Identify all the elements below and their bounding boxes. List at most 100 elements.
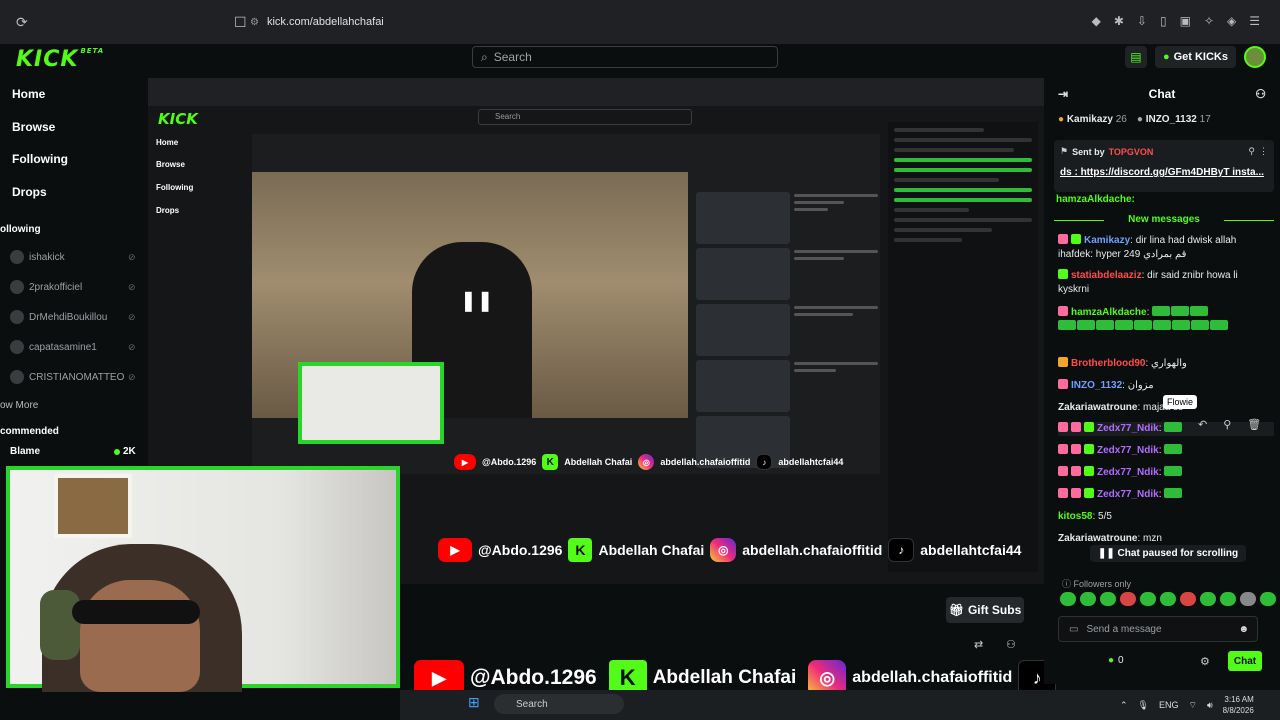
url-text[interactable]: kick.com/abdellahchafai	[267, 16, 384, 28]
volume-icon: 🔊︎	[1206, 699, 1213, 710]
kick-logo[interactable]: KICK BETA	[16, 47, 104, 72]
gifter-item[interactable]: ● Kamikazy 26	[1058, 114, 1127, 125]
sent-by-user: TOPGVON	[1108, 146, 1154, 157]
wallet-icon[interactable]: ▣	[1180, 14, 1191, 28]
chat-username[interactable]: Zedx77_Ndik	[1097, 467, 1159, 478]
get-kicks-label: Get KICKs	[1173, 51, 1228, 63]
show-more-link[interactable]: ow More	[0, 400, 38, 411]
get-kicks-button[interactable]: ● Get KICKs	[1154, 46, 1236, 68]
gift-subs-label: Gift Subs	[967, 603, 1022, 617]
chat-username[interactable]: Zedx77_Ndik	[1097, 445, 1159, 456]
chat-send-button[interactable]: Chat	[1228, 651, 1262, 671]
chat-username[interactable]: Kamikazy	[1084, 235, 1130, 246]
sidebar-item-following[interactable]: Following	[12, 152, 68, 166]
chat-username[interactable]: statiabdelaaziz	[1071, 270, 1142, 281]
chat-username[interactable]: INZO_1132	[1071, 380, 1122, 391]
address-bar[interactable]: ⚙ kick.com/abdellahchafai	[250, 11, 990, 33]
leo-icon[interactable]: ✧	[1204, 14, 1214, 28]
chat-username[interactable]: kitos58	[1058, 511, 1092, 522]
vpn-icon[interactable]: ◈	[1227, 14, 1236, 28]
unpin-icon[interactable]: ⚲	[1248, 146, 1255, 157]
channel-avatar	[10, 250, 24, 264]
delete-icon[interactable]: 🗑︎	[1247, 418, 1261, 431]
emote-icon[interactable]	[1220, 592, 1236, 606]
more-icon[interactable]: ⋮	[1259, 146, 1268, 157]
sidebar-item-browse[interactable]: Browse	[12, 120, 55, 134]
following-channel[interactable]: capatasamine1 ⊘	[10, 340, 136, 354]
puzzle-icon[interactable]: ✱	[1114, 14, 1124, 28]
extension-icon[interactable]: ◆	[1092, 14, 1101, 28]
channel-name: DrMehdiBoukillou	[29, 311, 108, 323]
chat-username[interactable]: Zakariawatroune	[1058, 533, 1137, 544]
collapse-chat-icon[interactable]: ⇥	[1058, 87, 1068, 101]
chat-paused-banner[interactable]: ❚❚ Chat paused for scrolling	[1090, 545, 1247, 562]
following-channel[interactable]: 2prakofficiel ⊘	[10, 280, 136, 294]
sub-badge-icon	[1084, 444, 1094, 454]
taskbar-search: Search	[494, 694, 624, 714]
chat-username[interactable]: Zakariawatroune	[1058, 402, 1137, 413]
menu-icon[interactable]: ☰	[1249, 14, 1260, 28]
chat-users-icon[interactable]: ⚇	[1255, 87, 1266, 101]
emote-icon[interactable]	[1180, 592, 1196, 606]
chat-settings-icon[interactable]: ⚙	[1200, 655, 1210, 668]
gift-subs-button[interactable]: 🎁︎ Gift Subs	[946, 597, 1024, 623]
reload-icon[interactable]: ⟳	[16, 14, 32, 30]
emote-icon[interactable]	[1200, 592, 1216, 606]
chat-message: hamzaAlkdache:	[1058, 306, 1268, 334]
gifter-name: Kamikazy	[1066, 114, 1113, 125]
chat-message: statiabdelaaziz: dir said znibr howa li …	[1058, 269, 1238, 295]
kick-logo-text: KICK	[16, 47, 79, 72]
emoji-picker-icon[interactable]: ☻	[1238, 624, 1249, 635]
top-gifters: ● Kamikazy 26 ● INZO_1132 17	[1058, 114, 1211, 125]
emote-icon[interactable]	[1140, 592, 1156, 606]
bookmark-icon[interactable]: ☐	[234, 14, 250, 30]
overlay-youtube: @Abdo.1296	[482, 457, 537, 467]
emote-icon[interactable]	[1120, 592, 1136, 606]
users-icon[interactable]: ⚇	[1006, 638, 1016, 651]
emote-icon[interactable]	[1240, 592, 1256, 606]
emote-icon[interactable]	[1160, 592, 1176, 606]
chat-text: مزوان	[1127, 380, 1154, 391]
channel-avatar	[10, 340, 24, 354]
sidebar-item-home[interactable]: Home	[12, 87, 45, 101]
pinned-link[interactable]: ds : https://discord.gg/GFm4DHByT insta.…	[1060, 167, 1268, 178]
user-avatar[interactable]	[1244, 46, 1266, 68]
chat-message: Zedx77_Ndik:	[1058, 444, 1268, 458]
tiktok-icon: ♪	[756, 454, 773, 470]
chat-username[interactable]: Zedx77_Ndik	[1097, 423, 1159, 434]
kick-icon: K	[568, 538, 593, 562]
emote-icon[interactable]	[1080, 592, 1096, 606]
gift-badge-icon	[1058, 379, 1068, 389]
offline-icon: ⊘	[128, 251, 136, 262]
sunglasses	[72, 600, 200, 624]
following-channel[interactable]: DrMehdiBoukillou ⊘	[10, 310, 136, 324]
chat-message-input[interactable]: ▭ Send a message ☻	[1058, 616, 1258, 642]
offline-icon: ⊘	[128, 341, 136, 352]
new-messages-divider: New messages	[1054, 214, 1274, 225]
sidebar-icon[interactable]: ▯	[1160, 14, 1167, 28]
pin-icon[interactable]: ⚲	[1223, 418, 1231, 431]
kick-icon: K	[542, 454, 559, 470]
beta-badge: BETA	[80, 47, 105, 55]
emote-icon[interactable]	[1100, 592, 1116, 606]
chat-username[interactable]: hamzaAlkdache	[1071, 307, 1147, 318]
following-channel[interactable]: ishakick ⊘	[10, 250, 136, 264]
gifter-item[interactable]: ● INZO_1132 17	[1137, 114, 1211, 125]
sidebar-item-drops[interactable]: Drops	[12, 185, 47, 199]
search-input[interactable]: ⌕ Search	[472, 46, 778, 68]
recommended-channel[interactable]: Blame 2K	[10, 446, 136, 457]
webcam-overlay	[6, 466, 400, 692]
emote-icon[interactable]	[1260, 592, 1276, 606]
share-icon[interactable]: ⇄	[974, 638, 983, 651]
chat-username[interactable]: Zedx77_Ndik	[1097, 489, 1159, 500]
site-info-icon[interactable]: ⚙	[250, 17, 259, 28]
chat-username[interactable]: Brotherblood90	[1071, 358, 1145, 369]
pinned-message[interactable]: ⚑ Sent by TOPGVON ⚲ ⋮ ds : https://disco…	[1054, 140, 1274, 192]
download-icon[interactable]: ⇩	[1137, 14, 1147, 28]
previous-user[interactable]: hamzaAlkdache:	[1056, 194, 1135, 205]
reply-icon[interactable]: ↶	[1198, 418, 1207, 431]
following-channel[interactable]: CRISTIANOMATTEO ⊘	[10, 370, 136, 384]
kicks-balance[interactable]: ● 0	[1108, 655, 1124, 666]
emote-icon[interactable]	[1060, 592, 1076, 606]
wallet-button[interactable]: ▤	[1124, 46, 1147, 68]
